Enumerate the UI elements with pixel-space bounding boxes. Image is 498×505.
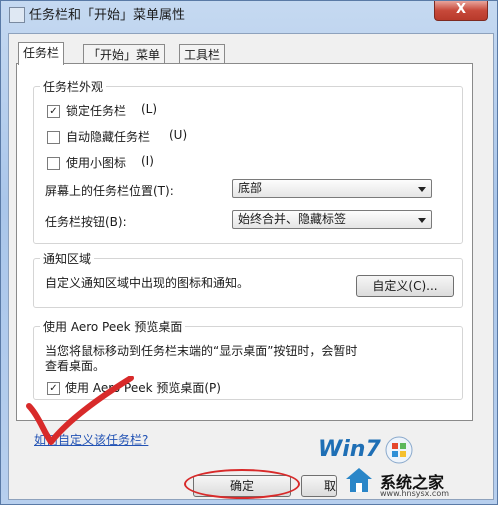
notification-description: 自定义通知区域中出现的图标和通知。	[45, 276, 250, 290]
watermark-url: www.hnsysx.com	[380, 489, 450, 498]
watermark-logo: Win7	[318, 437, 381, 462]
close-button[interactable]: X	[434, 1, 488, 21]
small-icons-label: 使用小图标	[66, 156, 127, 170]
small-icons-hotkey: (I)	[141, 154, 154, 168]
window-icon	[9, 7, 25, 23]
group-title-aero-peek: 使用 Aero Peek 预览桌面	[40, 318, 186, 335]
small-icons-checkbox[interactable]	[47, 157, 60, 170]
tab-panel: 任务栏外观 ✓ 锁定任务栏 (L) 自动隐藏任务栏 (U) 使用小图标 (I) …	[16, 63, 473, 421]
window-title: 任务栏和「开始」菜单属性	[29, 8, 186, 23]
tab-start-menu[interactable]: 「开始」菜单	[83, 44, 166, 65]
tab-taskbar[interactable]: 任务栏	[18, 42, 65, 65]
tab-toolbars[interactable]: 工具栏	[179, 44, 226, 65]
taskbar-buttons-select[interactable]: 始终合并、隐藏标签	[232, 210, 432, 229]
lock-taskbar-label: 锁定任务栏	[66, 104, 127, 118]
taskbar-buttons-value: 始终合并、隐藏标签	[238, 212, 347, 226]
autohide-hotkey: (U)	[169, 128, 188, 142]
watermark: Win7 系统之家 www.hnsysx.com	[314, 431, 497, 503]
taskbar-location-label: 屏幕上的任务栏位置(T):	[45, 184, 174, 198]
autohide-checkbox[interactable]	[47, 131, 60, 144]
group-title-appearance: 任务栏外观	[40, 78, 107, 95]
group-title-notification: 通知区域	[40, 250, 95, 267]
autohide-label: 自动隐藏任务栏	[66, 130, 151, 144]
taskbar-location-value: 底部	[238, 181, 263, 195]
annotation-ellipse	[184, 469, 300, 499]
annotation-checkmark-icon	[26, 376, 134, 445]
chevron-down-icon	[418, 187, 426, 192]
aero-peek-description-line2: 查看桌面。	[45, 359, 106, 373]
dialog-window: 任务栏和「开始」菜单属性 X 任务栏 「开始」菜单 工具栏 任务栏外观 ✓ 锁定…	[0, 0, 498, 505]
taskbar-location-select[interactable]: 底部	[232, 179, 432, 198]
windows-flag-icon	[385, 436, 413, 464]
lock-taskbar-hotkey: (L)	[141, 102, 158, 116]
chevron-down-icon	[418, 218, 426, 223]
lock-taskbar-checkbox[interactable]: ✓	[47, 105, 60, 118]
customize-button[interactable]: 自定义(C)...	[356, 275, 454, 297]
house-logo-icon	[346, 468, 372, 492]
taskbar-buttons-label: 任务栏按钮(B):	[45, 215, 127, 229]
